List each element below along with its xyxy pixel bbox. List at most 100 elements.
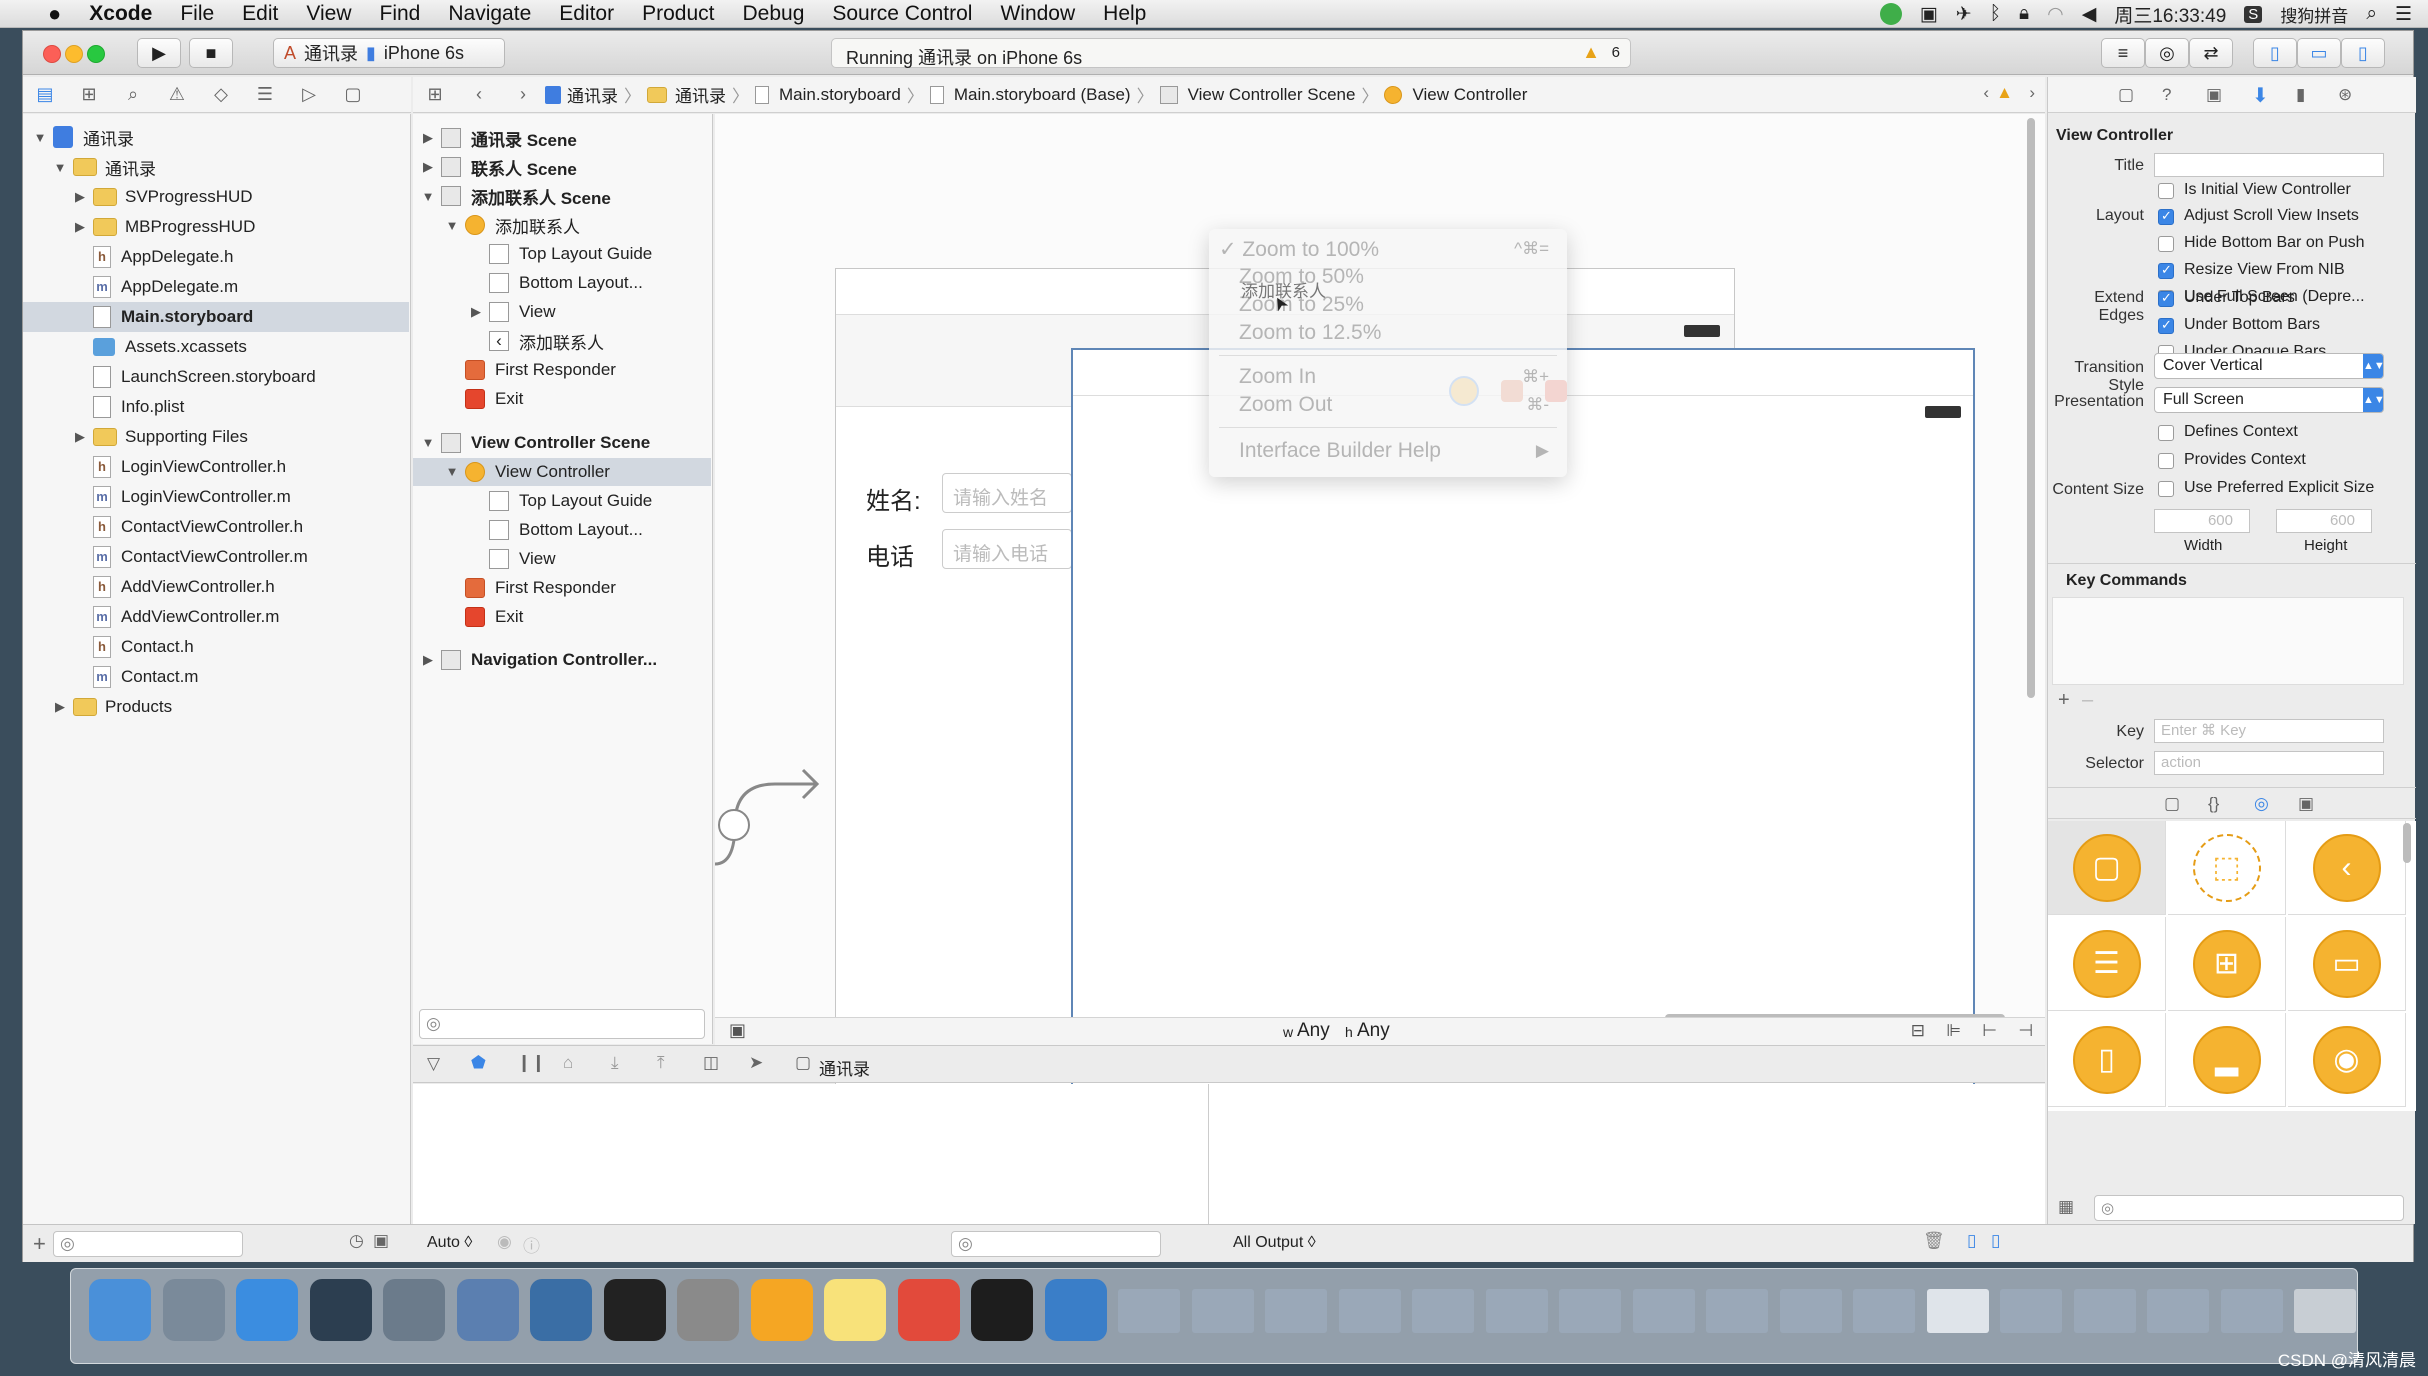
dock-window-thumbnail-icon[interactable] [1559, 1289, 1621, 1333]
disclosure-triangle-icon[interactable]: ▶ [73, 189, 87, 205]
warning-icon[interactable]: ▲ [1582, 42, 1600, 63]
under-bottom-bars-checkbox[interactable] [2158, 317, 2174, 334]
navigator-item[interactable]: LaunchScreen.storyboard [23, 362, 409, 392]
toggle-navigator-button[interactable]: ▯ [2253, 38, 2297, 68]
library-cell[interactable]: ▯ [2048, 1013, 2166, 1107]
remove-key-command-icon[interactable]: – [2082, 689, 2093, 712]
find-navigator-icon[interactable]: ⌕ [122, 84, 144, 106]
safari-icon[interactable] [236, 1279, 298, 1341]
menu-source-control[interactable]: Source Control [818, 2, 986, 26]
forward-icon[interactable]: › [512, 84, 534, 106]
menu-navigate[interactable]: Navigate [434, 2, 545, 26]
launchpad-icon[interactable] [162, 1279, 225, 1341]
prev-issue-icon[interactable]: ‹ [1983, 83, 1989, 103]
defines-context-checkbox[interactable] [2158, 425, 2174, 441]
terminal-icon[interactable] [603, 1279, 666, 1341]
add-key-command-icon[interactable]: + [2058, 689, 2070, 712]
finder-icon[interactable] [89, 1279, 151, 1341]
outline-item[interactable]: Top Layout Guide [413, 240, 711, 268]
width-field[interactable]: 600 [2154, 509, 2250, 533]
step-out-icon[interactable]: ⤒ [657, 1053, 665, 1073]
attributes-inspector-icon[interactable]: ⬇ [2252, 83, 2269, 108]
location-icon[interactable]: ➤ [749, 1053, 763, 1073]
navigator-item[interactable]: ▼ 通讯录 [23, 122, 409, 152]
breadcrumb-4[interactable]: View Controller Scene [1188, 85, 1356, 105]
notes-icon[interactable] [824, 1279, 886, 1341]
quick-look-icon[interactable]: ◉ [497, 1232, 512, 1252]
connections-inspector-icon[interactable]: ⊛ [2338, 85, 2352, 105]
library-filter-field[interactable]: ◎ [2094, 1195, 2404, 1221]
library-view-toggle-icon[interactable]: ▦ [2058, 1197, 2074, 1217]
library-cell[interactable]: ◉ [2288, 1013, 2406, 1107]
menu-file[interactable]: File [166, 2, 228, 26]
outline-item[interactable]: Exit [413, 385, 711, 413]
pause-icon[interactable]: ❙❙ [517, 1053, 546, 1073]
dock-window-thumbnail-icon[interactable] [1338, 1289, 1401, 1333]
navigator-item[interactable]: m LoginViewController.m [23, 482, 409, 512]
disclosure-triangle-icon[interactable]: ▶ [53, 699, 67, 715]
help-inspector-icon[interactable]: ? [2162, 85, 2171, 105]
navigator-item[interactable]: ▶ Supporting Files [23, 422, 409, 452]
recent-files-icon[interactable]: ◷ [349, 1231, 364, 1251]
object-library-icon[interactable]: ◎ [2254, 794, 2269, 814]
height-field[interactable]: 600 [2276, 509, 2372, 533]
disclosure-triangle-icon[interactable]: ▼ [421, 189, 435, 204]
input-method-label[interactable]: 搜狗拼音 [2280, 2, 2348, 27]
variables-filter-field[interactable]: ◎ [951, 1231, 1161, 1257]
step-in-icon[interactable]: ⤓ [611, 1053, 619, 1073]
pin-icon[interactable]: ⊢ [1982, 1021, 1997, 1041]
identity-inspector-icon[interactable]: ▣ [2206, 85, 2222, 105]
size-class-w[interactable]: Any [1297, 1020, 1330, 1042]
menu-debug[interactable]: Debug [728, 2, 818, 26]
next-issue-icon[interactable]: › [2029, 83, 2035, 103]
unsaved-files-icon[interactable]: ▣ [373, 1231, 389, 1251]
navigator-item[interactable]: m Contact.m [23, 662, 409, 692]
menu-view[interactable]: View [292, 2, 365, 26]
menu-edit[interactable]: Edit [228, 2, 292, 26]
disclosure-triangle-icon[interactable]: ▶ [73, 429, 87, 445]
outline-item[interactable]: Bottom Layout... [413, 516, 711, 544]
disclosure-triangle-icon[interactable]: ▼ [53, 160, 67, 175]
airplane-icon[interactable]: ✈ [1956, 3, 1972, 26]
under-top-bars-checkbox[interactable] [2158, 290, 2174, 307]
dock-window-thumbnail-icon[interactable] [1485, 1289, 1548, 1333]
instruments-icon[interactable] [530, 1279, 592, 1341]
bluetooth-icon[interactable]: ᛒ [1990, 3, 2001, 25]
info-icon[interactable]: ⓘ [523, 1232, 540, 1257]
disclosure-triangle-icon[interactable]: ▼ [445, 218, 459, 233]
disclosure-triangle-icon[interactable]: ▶ [421, 652, 435, 668]
apple-menu-icon[interactable]: ● [0, 1, 75, 27]
input-method-icon[interactable]: S [2244, 5, 2263, 23]
phone-textfield[interactable]: 请输入电话 [942, 529, 1072, 569]
file-template-library-icon[interactable]: ▢ [2164, 794, 2180, 814]
status-green-icon[interactable] [1879, 3, 1902, 25]
outline-item[interactable]: ▼ View Controller [413, 457, 711, 486]
quicktime-icon[interactable] [1044, 1279, 1107, 1341]
navigator-item[interactable]: ▼ 通讯录 [23, 152, 409, 182]
sketch-icon[interactable] [750, 1279, 813, 1341]
menu-window[interactable]: Window [986, 2, 1089, 26]
close-window-button[interactable] [43, 45, 61, 63]
resolve-issues-icon[interactable]: ⊣ [2018, 1021, 2033, 1041]
library-cell[interactable]: ⬚ [2168, 821, 2286, 915]
menu-editor[interactable]: Editor [545, 2, 628, 26]
zoom-window-button[interactable] [87, 45, 105, 63]
dock-window-thumbnail-icon[interactable] [1853, 1289, 1915, 1333]
breadcrumb-3[interactable]: Main.storyboard (Base) [954, 85, 1131, 105]
hide-bottom-bar-on-push-checkbox[interactable] [2158, 236, 2174, 252]
report-navigator-icon[interactable]: ▢ [342, 84, 364, 106]
file-inspector-icon[interactable]: ▢ [2118, 85, 2134, 105]
toggle-utilities-button[interactable]: ▯ [2341, 38, 2385, 68]
library-cell[interactable]: ▢ [2048, 821, 2166, 915]
adjust-scroll-view-insets-checkbox[interactable] [2158, 208, 2174, 225]
version-editor-button[interactable]: ⇄ [2189, 38, 2233, 68]
spotlight-icon[interactable]: ⌕ [2366, 3, 2377, 25]
dock-window-thumbnail-icon[interactable] [2147, 1289, 2209, 1333]
navigator-item[interactable]: Assets.xcassets [23, 332, 409, 362]
outline-item[interactable]: ▼ 添加联系人 Scene [413, 182, 711, 210]
camera-icon[interactable]: ▣ [1920, 3, 1938, 26]
outline-item[interactable]: Bottom Layout... [413, 269, 711, 297]
navigator-item[interactable]: h AppDelegate.h [23, 242, 409, 272]
debug-target[interactable]: 通讯录 [819, 1055, 870, 1080]
zoom-menu-item[interactable]: Zoom In [1239, 365, 1316, 389]
